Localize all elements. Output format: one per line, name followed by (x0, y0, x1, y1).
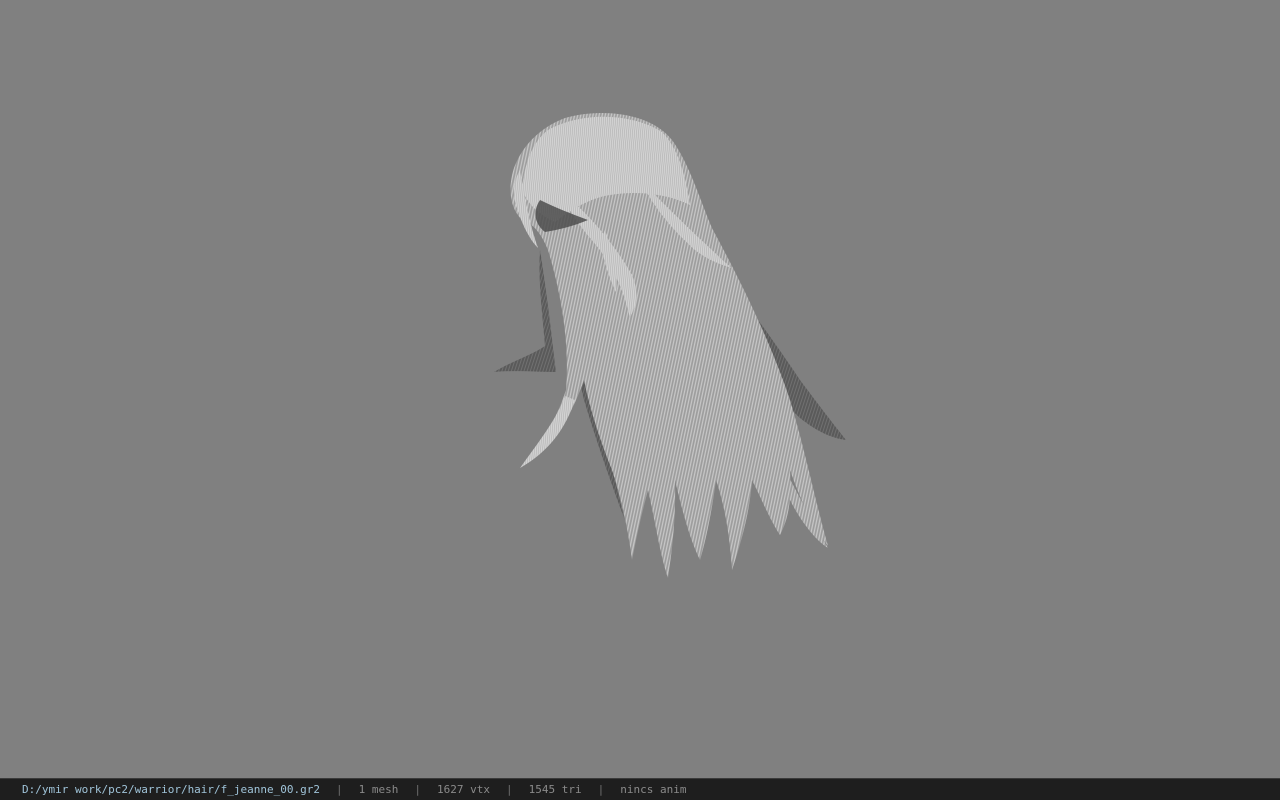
mesh-count: 1 mesh (358, 783, 399, 796)
vertex-count: 1627 vtx (437, 783, 490, 796)
file-path: D:/ymir work/pc2/warrior/hair/f_jeanne_0… (22, 783, 321, 796)
separator: | (414, 783, 422, 796)
3d-viewport[interactable] (0, 0, 1280, 778)
animation-status: nincs anim (620, 783, 687, 796)
hair-back-strand-left (494, 250, 556, 372)
status-bar: D:/ymir work/pc2/warrior/hair/f_jeanne_0… (0, 778, 1280, 800)
triangle-count: 1545 tri (528, 783, 582, 796)
separator: | (506, 783, 513, 796)
separator: | (336, 783, 343, 796)
separator: | (597, 783, 605, 796)
hair-mesh-render (494, 113, 846, 578)
hair-strand-tip-left (520, 396, 575, 468)
